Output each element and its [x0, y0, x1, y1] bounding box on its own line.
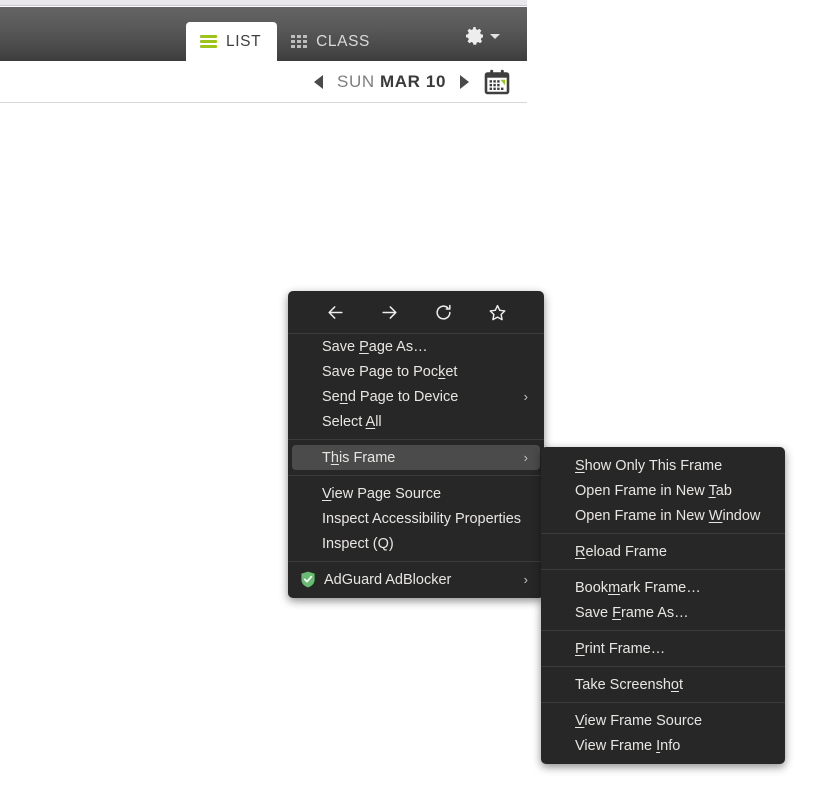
arrow-left-icon[interactable]	[314, 74, 324, 89]
menu-item-label: AdGuard AdBlocker	[324, 571, 452, 588]
tab-list[interactable]: LIST	[186, 22, 278, 61]
menu-item-label: Show Only This Frame	[575, 457, 723, 474]
menu-item-view-frame-source[interactable]: View Frame Source	[545, 708, 781, 733]
menu-item-save-page-as[interactable]: Save Page As…	[292, 334, 540, 359]
menu-item-label: Send Page to Device	[322, 388, 459, 405]
context-menu-group-develop: View Page Source Inspect Accessibility P…	[288, 481, 544, 556]
chevron-right-icon: ›	[523, 450, 528, 465]
menu-item-label: Open Frame in New Tab	[575, 482, 732, 499]
menu-item-label: Save Frame As…	[575, 604, 689, 621]
menu-item-label: View Frame Info	[575, 737, 681, 754]
menu-item-save-frame-as[interactable]: Save Frame As…	[545, 600, 781, 625]
menu-item-select-all[interactable]: Select All	[292, 409, 540, 434]
frame-submenu-group-screenshot: Take Screenshot	[541, 672, 785, 697]
top-strip	[0, 0, 527, 6]
frame-submenu-group-print: Print Frame…	[541, 636, 785, 661]
bookmark-star-icon	[489, 304, 505, 320]
list-icon	[200, 35, 217, 48]
settings-menu-button[interactable]	[465, 26, 500, 46]
chevron-right-icon: ›	[523, 572, 528, 587]
menu-item-open-frame-in-new-tab[interactable]: Open Frame in New Tab	[545, 478, 781, 503]
menu-item-inspect-accessibility-properties[interactable]: Inspect Accessibility Properties	[292, 506, 540, 531]
forward-button[interactable]	[375, 298, 403, 326]
chevron-right-icon: ›	[523, 389, 528, 404]
menu-item-label: Save Page to Pocket	[322, 363, 458, 380]
menu-item-print-frame[interactable]: Print Frame…	[545, 636, 781, 661]
menu-separator	[288, 561, 544, 562]
this-frame-submenu[interactable]: Show Only This Frame Open Frame in New T…	[541, 447, 785, 764]
back-button[interactable]	[321, 298, 349, 326]
arrow-right-icon[interactable]	[460, 74, 469, 89]
grid-icon	[291, 35, 308, 48]
date-day-of-week: SUN	[337, 71, 375, 91]
menu-item-bookmark-frame[interactable]: Bookmark Frame…	[545, 575, 781, 600]
menu-item-label: Reload Frame	[575, 543, 667, 560]
frame-submenu-group-view: View Frame Source View Frame Info	[541, 708, 785, 758]
menu-item-inspect[interactable]: Inspect (Q)	[292, 531, 540, 556]
adguard-shield-icon	[301, 571, 315, 588]
menu-item-label: View Frame Source	[575, 712, 703, 729]
app-header-bar: LIST CLASS	[0, 7, 527, 61]
tab-class[interactable]: CLASS	[277, 22, 386, 61]
browser-context-menu[interactable]: Save Page As… Save Page to Pocket Send P…	[288, 291, 544, 598]
reload-button[interactable]	[429, 298, 457, 326]
menu-item-this-frame[interactable]: This Frame ›	[292, 445, 540, 470]
menu-item-open-frame-in-new-window[interactable]: Open Frame in New Window	[545, 503, 781, 528]
tab-class-label: CLASS	[316, 32, 370, 50]
bookmark-button[interactable]	[483, 298, 511, 326]
menu-item-reload-frame[interactable]: Reload Frame	[545, 539, 781, 564]
menu-separator	[541, 630, 785, 631]
reload-icon	[435, 304, 451, 320]
context-menu-group-frame: This Frame ›	[288, 445, 544, 470]
menu-item-label: Open Frame in New Window	[575, 507, 761, 524]
menu-item-label: Inspect (Q)	[322, 535, 394, 552]
date-month-day: MAR 10	[380, 71, 446, 91]
menu-item-send-page-to-device[interactable]: Send Page to Device ›	[292, 384, 540, 409]
current-date-label: SUN MAR 10	[337, 72, 446, 92]
frame-submenu-group-reload: Reload Frame	[541, 539, 785, 564]
menu-item-view-page-source[interactable]: View Page Source	[292, 481, 540, 506]
chevron-down-icon	[490, 33, 500, 39]
menu-separator	[541, 702, 785, 703]
menu-item-label: Bookmark Frame…	[575, 579, 701, 596]
menu-item-adguard-adblocker[interactable]: AdGuard AdBlocker ›	[292, 567, 540, 592]
menu-separator	[541, 666, 785, 667]
menu-item-label: This Frame	[322, 449, 396, 466]
date-navigation-bar: SUN MAR 10	[0, 61, 527, 103]
tab-list-label: LIST	[226, 32, 262, 50]
menu-item-take-screenshot[interactable]: Take Screenshot	[545, 672, 781, 697]
menu-item-label: View Page Source	[322, 485, 442, 502]
menu-item-label: Take Screenshot	[575, 676, 684, 693]
tab-bar: LIST CLASS	[186, 22, 386, 61]
menu-item-label: Select All	[322, 413, 382, 430]
calendar-app-frame: LIST CLASS SUN MAR 10	[0, 0, 527, 110]
back-icon	[327, 305, 343, 319]
menu-item-show-only-this-frame[interactable]: Show Only This Frame	[545, 453, 781, 478]
menu-separator	[288, 475, 544, 476]
calendar-icon[interactable]	[483, 68, 511, 96]
context-menu-group-extensions: AdGuard AdBlocker ›	[288, 567, 544, 592]
menu-item-label: Save Page As…	[322, 338, 428, 355]
menu-separator	[288, 439, 544, 440]
context-menu-group-page: Save Page As… Save Page to Pocket Send P…	[288, 334, 544, 434]
menu-item-label: Inspect Accessibility Properties	[322, 510, 522, 527]
frame-submenu-group-save: Bookmark Frame… Save Frame As…	[541, 575, 785, 625]
gear-icon	[466, 27, 483, 45]
context-menu-nav-row	[288, 291, 544, 334]
frame-submenu-group-open: Show Only This Frame Open Frame in New T…	[541, 453, 785, 528]
menu-separator	[541, 569, 785, 570]
menu-item-save-page-to-pocket[interactable]: Save Page to Pocket	[292, 359, 540, 384]
forward-icon	[381, 305, 397, 319]
menu-item-label: Print Frame…	[575, 640, 666, 657]
menu-separator	[541, 533, 785, 534]
menu-item-view-frame-info[interactable]: View Frame Info	[545, 733, 781, 758]
